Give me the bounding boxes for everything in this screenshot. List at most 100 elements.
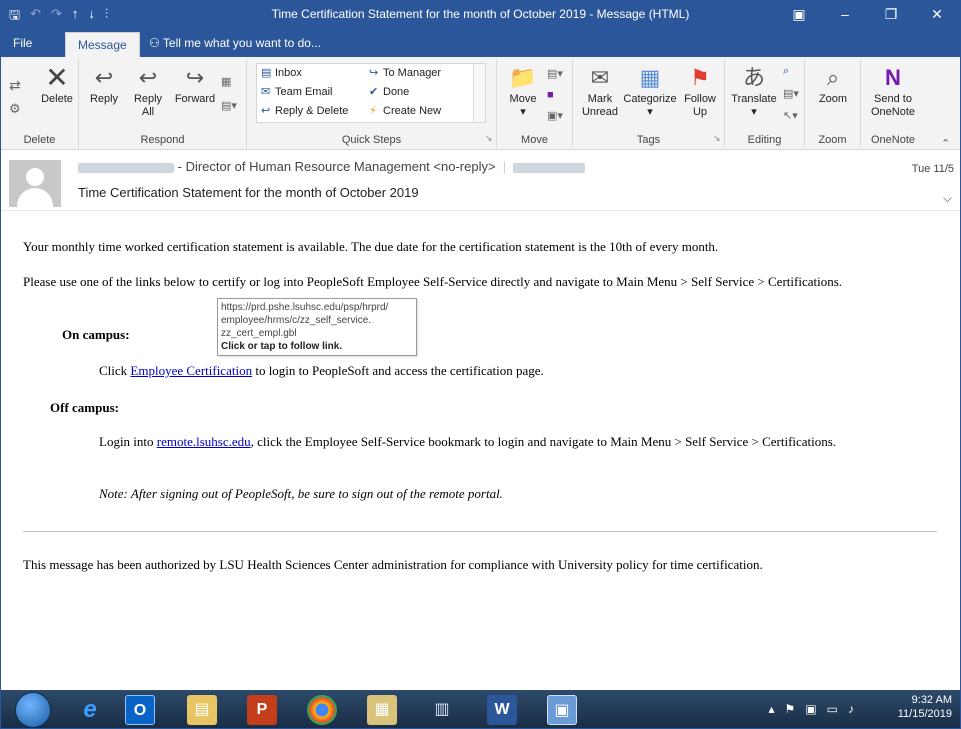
- qs-team-email[interactable]: ✉ Team Email: [261, 85, 332, 98]
- categorize-button[interactable]: ▦ Categorize ▾: [621, 65, 679, 119]
- avatar-body-shape: [17, 188, 53, 207]
- follow-up-button[interactable]: ⚑ Follow Up: [681, 65, 719, 119]
- onenote-small-icon[interactable]: ■: [547, 89, 554, 101]
- lightbulb-icon: ⚇: [149, 36, 160, 50]
- qs-reply-delete[interactable]: ↩ Reply & Delete: [261, 104, 348, 117]
- find-icon[interactable]: ⌕: [783, 65, 789, 78]
- onenote-icon: N: [885, 65, 901, 90]
- sender-name-redacted: [78, 162, 174, 173]
- editing-group: あ Translate ▾ ⌕ ▤▾ ↖▾ Editing: [725, 59, 805, 148]
- dropdown-arrow-icon: ▾: [751, 106, 757, 118]
- delete-button[interactable]: ✕ Delete: [39, 62, 75, 106]
- window-switcher-icon[interactable]: ▣: [547, 695, 577, 725]
- forward-button[interactable]: ↪ Forward: [171, 65, 219, 106]
- select-icon[interactable]: ↖▾: [783, 109, 798, 122]
- minimize-button[interactable]: –: [822, 1, 868, 29]
- qs-create-new[interactable]: ⚡ Create New: [369, 104, 441, 117]
- flag-icon: ⚑: [690, 65, 710, 90]
- notes-icon[interactable]: ▦: [367, 695, 397, 725]
- qs-inbox-label: Inbox: [275, 67, 302, 79]
- follow-up-label-1: Follow: [684, 93, 716, 105]
- body-paragraph-1: Your monthly time worked certification s…: [23, 239, 719, 254]
- tags-group: ✉ Mark Unread ▦ Categorize ▾ ⚑ Follow Up…: [573, 59, 725, 148]
- actions-icon[interactable]: ▣▾: [547, 109, 563, 122]
- ribbon-display-options-icon[interactable]: ▣: [776, 1, 822, 29]
- checkmark-icon: ✔: [369, 86, 379, 98]
- envelope-open-icon: ✉: [590, 65, 610, 90]
- tab-message[interactable]: Message: [65, 32, 140, 57]
- reply-all-button[interactable]: ↩ Reply All: [127, 65, 169, 119]
- tags-launcher-icon[interactable]: ↘: [713, 133, 721, 144]
- quick-steps-group-label: Quick Steps: [341, 134, 402, 146]
- ignore-icon[interactable]: ⇄: [9, 77, 21, 94]
- move-label: Move: [509, 93, 537, 105]
- forward-icon: ↪: [185, 65, 205, 90]
- start-button[interactable]: [15, 692, 51, 728]
- chevron-down-icon[interactable]: ⌵: [943, 191, 952, 206]
- file-explorer-icon[interactable]: ▤: [187, 695, 217, 725]
- translate-button[interactable]: あ Translate ▾: [729, 65, 779, 119]
- off-campus-line: Login into remote.lsuhsc.edu, click the …: [99, 434, 899, 450]
- tell-me-search[interactable]: ⚇ Tell me what you want to do...: [149, 36, 321, 50]
- outlook-icon[interactable]: O: [125, 695, 155, 725]
- tooltip-url-line-3: zz_cert_empl.gbl: [221, 328, 297, 339]
- respond-group-label: Respond: [140, 134, 185, 146]
- qs-to-manager[interactable]: ↪ To Manager: [369, 66, 441, 79]
- dropdown-arrow-icon: ▾: [647, 106, 653, 118]
- system-tray-icons[interactable]: ▴⚑▣▭♪: [769, 702, 864, 716]
- forward-arrow-icon: ↪: [369, 67, 379, 79]
- ribbon: ⇄ ⚙ ✕ Delete Delete ↩ Reply ↩ Reply All …: [1, 57, 960, 150]
- close-button[interactable]: ✕: [914, 1, 960, 29]
- more-respond-icon[interactable]: ▤▾: [221, 99, 237, 112]
- mark-unread-button[interactable]: ✉ Mark Unread: [581, 65, 619, 119]
- related-icon[interactable]: ▤▾: [783, 87, 799, 100]
- zoom-button[interactable]: ⌕ Zoom: [813, 65, 853, 106]
- categorize-icon: ▦: [639, 65, 661, 90]
- mark-unread-label-2: Unread: [581, 106, 619, 118]
- internet-explorer-icon[interactable]: e: [75, 695, 105, 725]
- qs-done[interactable]: ✔ Done: [369, 85, 409, 98]
- move-button[interactable]: 📁 Move ▾: [505, 65, 541, 119]
- word-icon[interactable]: W: [487, 695, 517, 725]
- body-paragraph-2: Please use one of the links below to cer…: [23, 274, 843, 289]
- quick-steps-scroll[interactable]: [473, 64, 485, 122]
- login-prefix: Login into: [99, 434, 154, 449]
- onenote-group: N Send to OneNote OneNote: [861, 59, 925, 148]
- send-to-onenote-button[interactable]: N Send to OneNote: [867, 65, 919, 119]
- clock[interactable]: 9:32 AM 11/15/2019: [898, 693, 952, 721]
- delete-x-icon: ✕: [45, 62, 69, 93]
- qs-inbox[interactable]: ▤ Inbox: [261, 66, 302, 79]
- reply-button[interactable]: ↩ Reply: [85, 65, 123, 106]
- sender-avatar: [9, 160, 61, 207]
- remote-lsuhsc-link[interactable]: remote.lsuhsc.edu: [157, 434, 251, 449]
- rules-icon[interactable]: ▤▾: [547, 67, 563, 80]
- footer-text: This message has been authorized by LSU …: [23, 557, 763, 572]
- tab-file[interactable]: File: [13, 36, 32, 50]
- quick-steps-gallery: ▤ Inbox ↪ To Manager ✉ Team Email ✔ Done ↩ Re…: [256, 63, 486, 123]
- categorize-label: Categorize: [623, 93, 677, 105]
- sender-line[interactable]: - Director of Human Resource Management …: [78, 159, 586, 174]
- send-to-onenote-label-2: OneNote: [870, 106, 916, 118]
- on-campus-heading: On campus:: [62, 327, 130, 342]
- qs-create-new-label: Create New: [383, 105, 442, 117]
- employee-certification-link[interactable]: Employee Certification: [130, 363, 252, 378]
- meeting-icon[interactable]: ▦: [221, 75, 231, 88]
- tooltip-url-line-1: https://prd.pshe.lsuhsc.edu/psp/hrprd/: [221, 302, 389, 313]
- envelope-icon: ✉: [261, 86, 271, 98]
- powerpoint-icon[interactable]: P: [247, 695, 277, 725]
- divider: [23, 531, 937, 532]
- restore-button[interactable]: ❐: [868, 1, 914, 29]
- clock-date: 11/15/2019: [897, 708, 952, 720]
- window-controls: ▣ – ❐ ✕: [776, 1, 960, 29]
- windows-taskbar: e O ▤ P ▦ ▥ W ▣ ▴⚑▣▭♪ 9:32 AM 11/15/2019: [1, 690, 960, 728]
- translate-icon: あ: [742, 65, 765, 90]
- link-tooltip: https://prd.pshe.lsuhsc.edu/psp/hrprd/ e…: [217, 298, 417, 356]
- delete-group-label: Delete: [23, 134, 56, 146]
- library-icon[interactable]: ▥: [427, 695, 457, 725]
- quick-steps-launcher-icon[interactable]: ↘: [485, 133, 493, 144]
- avatar-head-shape: [26, 168, 44, 186]
- junk-icon[interactable]: ⚙: [9, 101, 21, 117]
- collapse-ribbon-icon[interactable]: ⌃: [941, 137, 950, 150]
- chrome-icon[interactable]: [307, 695, 337, 725]
- on-campus-line: Click Employee Certification to login to…: [99, 363, 919, 379]
